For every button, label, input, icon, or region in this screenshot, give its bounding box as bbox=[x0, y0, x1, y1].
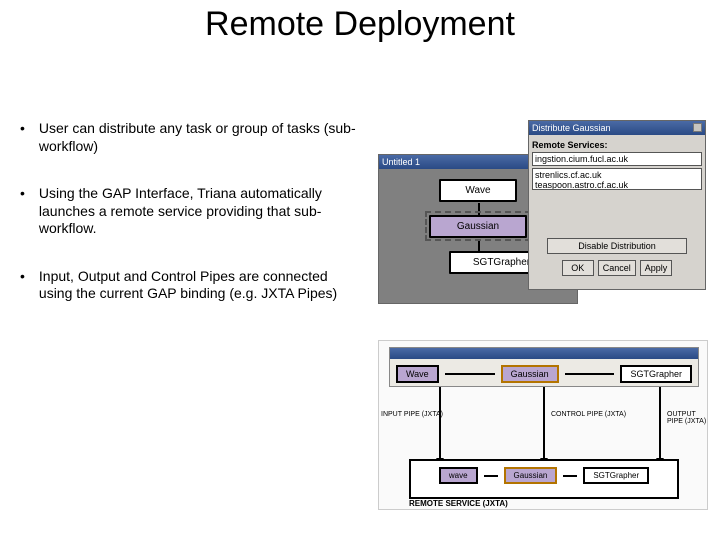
remote-chip-sgtgrapher: SGTGrapher bbox=[583, 467, 649, 484]
remote-services-label: Remote Services: bbox=[532, 140, 702, 150]
bullet-item: Using the GAP Interface, Triana automati… bbox=[20, 185, 360, 238]
bullet-text: Input, Output and Control Pipes are conn… bbox=[39, 268, 360, 303]
distribute-titlebar: Distribute Gaussian bbox=[529, 121, 705, 135]
chip-wave: Wave bbox=[396, 365, 439, 383]
window-buttons[interactable] bbox=[692, 123, 702, 134]
local-titlebar bbox=[390, 348, 698, 359]
remote-service-select[interactable]: ingstion.cium.fucl.ac.uk bbox=[532, 152, 702, 166]
chip-sgtgrapher: SGTGrapher bbox=[620, 365, 692, 383]
ok-button[interactable]: OK bbox=[562, 260, 594, 276]
page-title: Remote Deployment bbox=[0, 0, 720, 43]
remote-service-list[interactable]: strenlics.cf.ac.uk teaspoon.astro.cf.ac.… bbox=[532, 168, 702, 190]
cancel-button[interactable]: Cancel bbox=[598, 260, 636, 276]
bullet-item: Input, Output and Control Pipes are conn… bbox=[20, 268, 360, 303]
distribute-title: Distribute Gaussian bbox=[532, 123, 611, 133]
chip-gaussian: Gaussian bbox=[501, 365, 559, 383]
label-output-pipe: OUTPUT PIPE (JXTA) bbox=[667, 411, 707, 425]
node-wave[interactable]: Wave bbox=[439, 179, 517, 202]
arrow-input-pipe bbox=[439, 387, 441, 463]
bullet-list: User can distribute any task or group of… bbox=[20, 120, 360, 333]
arrow-control-pipe bbox=[543, 387, 545, 463]
local-workflow-window: Wave Gaussian SGTGrapher bbox=[389, 347, 699, 387]
list-item[interactable]: teaspoon.astro.cf.ac.uk bbox=[535, 180, 699, 190]
label-input-pipe: INPUT PIPE (JXTA) bbox=[381, 411, 443, 418]
label-control-pipe: CONTROL PIPE (JXTA) bbox=[551, 411, 626, 418]
apply-button[interactable]: Apply bbox=[640, 260, 673, 276]
remote-service-box: wave Gaussian SGTGrapher bbox=[409, 459, 679, 499]
figure-distribute: Untitled 1 Wave Gaussian SGTGrapher Dist… bbox=[378, 120, 708, 310]
remote-service-label: REMOTE SERVICE (JXTA) bbox=[409, 499, 508, 508]
remote-chip-gaussian: Gaussian bbox=[504, 467, 558, 484]
remote-chip-wave: wave bbox=[439, 467, 478, 484]
distribute-dialog: Distribute Gaussian Remote Services: ing… bbox=[528, 120, 706, 290]
bullet-text: User can distribute any task or group of… bbox=[39, 120, 360, 155]
arrow-output-pipe bbox=[659, 387, 661, 463]
figure-pipes: Wave Gaussian SGTGrapher INPUT PIPE (JXT… bbox=[378, 340, 708, 510]
disable-distribution-button[interactable]: Disable Distribution bbox=[547, 238, 687, 254]
workflow-window-title: Untitled 1 bbox=[382, 157, 420, 167]
node-gaussian[interactable]: Gaussian bbox=[429, 215, 527, 238]
list-item[interactable]: strenlics.cf.ac.uk bbox=[535, 170, 699, 180]
bullet-item: User can distribute any task or group of… bbox=[20, 120, 360, 155]
bullet-text: Using the GAP Interface, Triana automati… bbox=[39, 185, 360, 238]
